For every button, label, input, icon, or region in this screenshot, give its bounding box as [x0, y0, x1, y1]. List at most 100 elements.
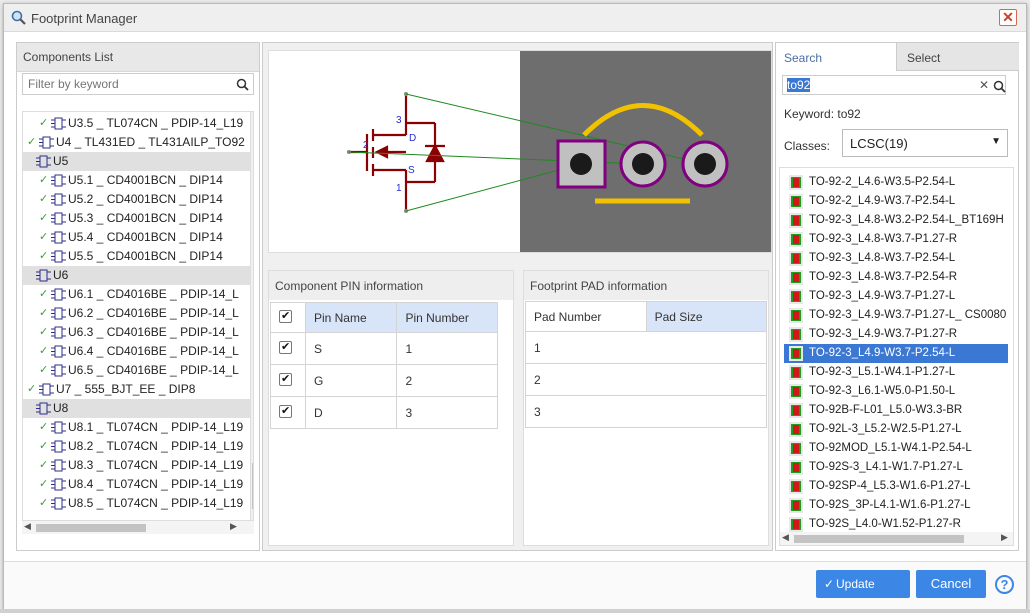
footprint-list-item[interactable]: TO-92B-F-L01_L5.0-W3.3-BR [784, 401, 1008, 420]
footprint-list-item[interactable]: TO-92-3_L5.1-W4.1-P1.27-L [784, 363, 1008, 382]
tab-search[interactable]: Search [776, 43, 896, 71]
footprint-icon [789, 194, 803, 209]
footprint-list-item[interactable]: TO-92-3_L4.9-W3.7-P2.54-L [784, 344, 1008, 363]
filter-input[interactable] [22, 73, 254, 95]
close-button[interactable]: ✕ [999, 9, 1017, 26]
tab-select[interactable]: Select [896, 43, 1019, 71]
footprint-icon [789, 517, 803, 532]
footprint-icon [789, 479, 803, 494]
table-row[interactable]: 1 [525, 331, 767, 364]
update-label: Update [836, 577, 875, 591]
component-icon [51, 117, 66, 130]
cancel-button[interactable]: Cancel [916, 570, 986, 598]
components-horizontal-scrollbar[interactable]: ◀ ▶ [22, 521, 254, 534]
search-icon[interactable] [236, 78, 249, 91]
table-row[interactable]: 2 [525, 363, 767, 396]
pad-number-header[interactable]: Pad Number [525, 301, 647, 332]
tree-item[interactable]: ✓ U5.2 _ CD4001BCN _ DIP14 [23, 190, 253, 209]
tree-item[interactable]: ✓ U7 _ 555_BJT_EE _ DIP8 [23, 380, 253, 399]
table-row[interactable]: S 1 [270, 332, 498, 365]
tree-item[interactable]: ✓ U6.5 _ CD4016BE _ PDIP-14_L [23, 361, 253, 380]
check-icon: ✓ [39, 117, 49, 129]
tree-item[interactable]: ✓ U6.1 _ CD4016BE _ PDIP-14_L [23, 285, 253, 304]
select-all-checkbox[interactable] [270, 302, 306, 333]
scrollbar-thumb[interactable] [794, 535, 964, 543]
pad-size-header[interactable]: Pad Size [645, 301, 768, 332]
classes-value: LCSC(19) [850, 136, 908, 151]
tree-group[interactable]: U8 [23, 399, 253, 418]
pad-table: Pad Number Pad Size 1 2 3 [525, 301, 768, 428]
scrollbar-thumb[interactable] [252, 463, 253, 509]
tree-item[interactable]: ✓ U3.5 _ TL074CN _ PDIP-14_L19 [23, 114, 253, 133]
row-checkbox[interactable] [270, 396, 306, 429]
footprint-list-item[interactable]: TO-92MOD_L5.1-W4.1-P2.54-L [784, 439, 1008, 458]
table-row[interactable]: D 3 [270, 396, 498, 429]
footprint-list-item[interactable]: TO-92-3_L4.8-W3.7-P2.54-L [784, 249, 1008, 268]
table-row[interactable]: 3 [525, 395, 767, 428]
component-icon [51, 193, 66, 206]
tree-item[interactable]: ✓ U6.4 _ CD4016BE _ PDIP-14_L [23, 342, 253, 361]
tree-item[interactable]: ✓ U8.2 _ TL074CN _ PDIP-14_L19 [23, 437, 253, 456]
tree-item-label: U8.1 _ TL074CN _ PDIP-14_L19 [68, 420, 244, 434]
footprint-list-item[interactable]: TO-92SP-4_L5.3-W1.6-P1.27-L [784, 477, 1008, 496]
tree-item[interactable]: ✓ U4 _ TL431ED _ TL431AILP_TO92 [23, 133, 253, 152]
footprint-name: TO-92-3_L4.9-W3.7-P1.27-L [809, 290, 956, 302]
tree-item-label: U5.1 _ CD4001BCN _ DIP14 [68, 173, 223, 187]
component-icon [51, 421, 66, 434]
components-vertical-scrollbar[interactable]: ▲▼ [250, 112, 253, 520]
tree-item-label: U6.3 _ CD4016BE _ PDIP-14_L [68, 325, 239, 339]
footprint-list-item[interactable]: TO-92-3_L4.9-W3.7-P1.27-L_ CS0080 [784, 306, 1008, 325]
footprint-list-item[interactable]: TO-92S_3P-L4.1-W1.6-P1.27-L [784, 496, 1008, 515]
footprint-search-input[interactable]: to92 [782, 75, 1006, 95]
tree-item[interactable]: ✓ U8.5 _ TL074CN _ PDIP-14_L19 [23, 494, 253, 513]
footprint-list-item[interactable]: TO-92-3_L4.8-W3.7-P2.54-R [784, 268, 1008, 287]
footprint-list-item[interactable]: TO-92-3_L4.8-W3.7-P1.27-R [784, 230, 1008, 249]
footprint-list-item[interactable]: TO-92-2_L4.9-W3.7-P2.54-L [784, 192, 1008, 211]
footprint-name: TO-92S_3P-L4.1-W1.6-P1.27-L [809, 499, 971, 511]
help-icon[interactable]: ? [995, 575, 1014, 594]
scrollbar-thumb[interactable] [36, 524, 146, 532]
tree-item[interactable]: ✓ U5.3 _ CD4001BCN _ DIP14 [23, 209, 253, 228]
tree-item[interactable]: ✓ U8.1 _ TL074CN _ PDIP-14_L19 [23, 418, 253, 437]
component-icon [39, 136, 54, 149]
footprint-list-item[interactable]: TO-92-3_L4.8-W3.2-P2.54-L_BT169H [784, 211, 1008, 230]
tree-group[interactable]: U6 [23, 266, 253, 285]
footprint-horizontal-scrollbar[interactable]: ◀ ▶ [780, 532, 1013, 545]
clear-icon[interactable]: ✕ [979, 78, 989, 92]
row-checkbox[interactable] [270, 332, 306, 365]
footprint-list-item[interactable]: TO-92S-3_L4.1-W1.7-P1.27-L [784, 458, 1008, 477]
components-tree[interactable]: ✓ U3.5 _ TL074CN _ PDIP-14_L19 ✓ U4 _ TL431… [22, 111, 254, 521]
tree-item[interactable]: ✓ U6.3 _ CD4016BE _ PDIP-14_L [23, 323, 253, 342]
classes-dropdown[interactable]: LCSC(19) ▼ [842, 129, 1008, 157]
footprint-icon [789, 365, 803, 380]
tree-group[interactable]: U5 [23, 152, 253, 171]
row-checkbox[interactable] [270, 364, 306, 397]
tree-item[interactable]: ✓ U6.2 _ CD4016BE _ PDIP-14_L [23, 304, 253, 323]
tree-item[interactable]: ✓ U5.5 _ CD4001BCN _ DIP14 [23, 247, 253, 266]
footprint-name: TO-92-3_L4.8-W3.7-P2.54-L [809, 252, 956, 264]
tree-item[interactable]: ✓ U8.3 _ TL074CN _ PDIP-14_L19 [23, 456, 253, 475]
tree-item[interactable]: ✓ U8.4 _ TL074CN _ PDIP-14_L19 [23, 475, 253, 494]
check-icon: ✓ [39, 421, 49, 433]
footprint-list-item[interactable]: TO-92-3_L4.9-W3.7-P1.27-R [784, 325, 1008, 344]
pin-number-header[interactable]: Pin Number [396, 302, 498, 333]
search-icon[interactable] [993, 80, 1006, 93]
taskbar [0, 609, 1030, 613]
pad-number-cell: 1 [525, 331, 767, 364]
footprint-list-item[interactable]: TO-92L-3_L5.2-W2.5-P1.27-L [784, 420, 1008, 439]
footprint-list-item[interactable]: TO-92-3_L6.1-W5.0-P1.50-L [784, 382, 1008, 401]
tree-item[interactable]: ✓ U5.4 _ CD4001BCN _ DIP14 [23, 228, 253, 247]
tree-item[interactable]: ✓ U5.1 _ CD4001BCN _ DIP14 [23, 171, 253, 190]
pin-name-header[interactable]: Pin Name [304, 302, 398, 333]
footprint-list-item[interactable]: TO-92-3_L4.9-W3.7-P1.27-L [784, 287, 1008, 306]
component-icon [51, 345, 66, 358]
footprint-icon [789, 213, 803, 228]
table-row[interactable]: G 2 [270, 364, 498, 397]
update-button[interactable]: ✓ Update [816, 570, 910, 598]
pad-info-title: Footprint PAD information [524, 271, 768, 300]
footprint-list[interactable]: TO-92-2_L4.6-W3.5-P2.54-L TO-92-2_L4.9-W3… [779, 167, 1014, 546]
tree-item-label: U6.2 _ CD4016BE _ PDIP-14_L [68, 306, 239, 320]
check-icon: ✓ [39, 440, 49, 452]
component-pin-info: Component PIN information Pin Name Pin N… [268, 270, 514, 546]
footprint-list-item[interactable]: TO-92-2_L4.6-W3.5-P2.54-L [784, 173, 1008, 192]
